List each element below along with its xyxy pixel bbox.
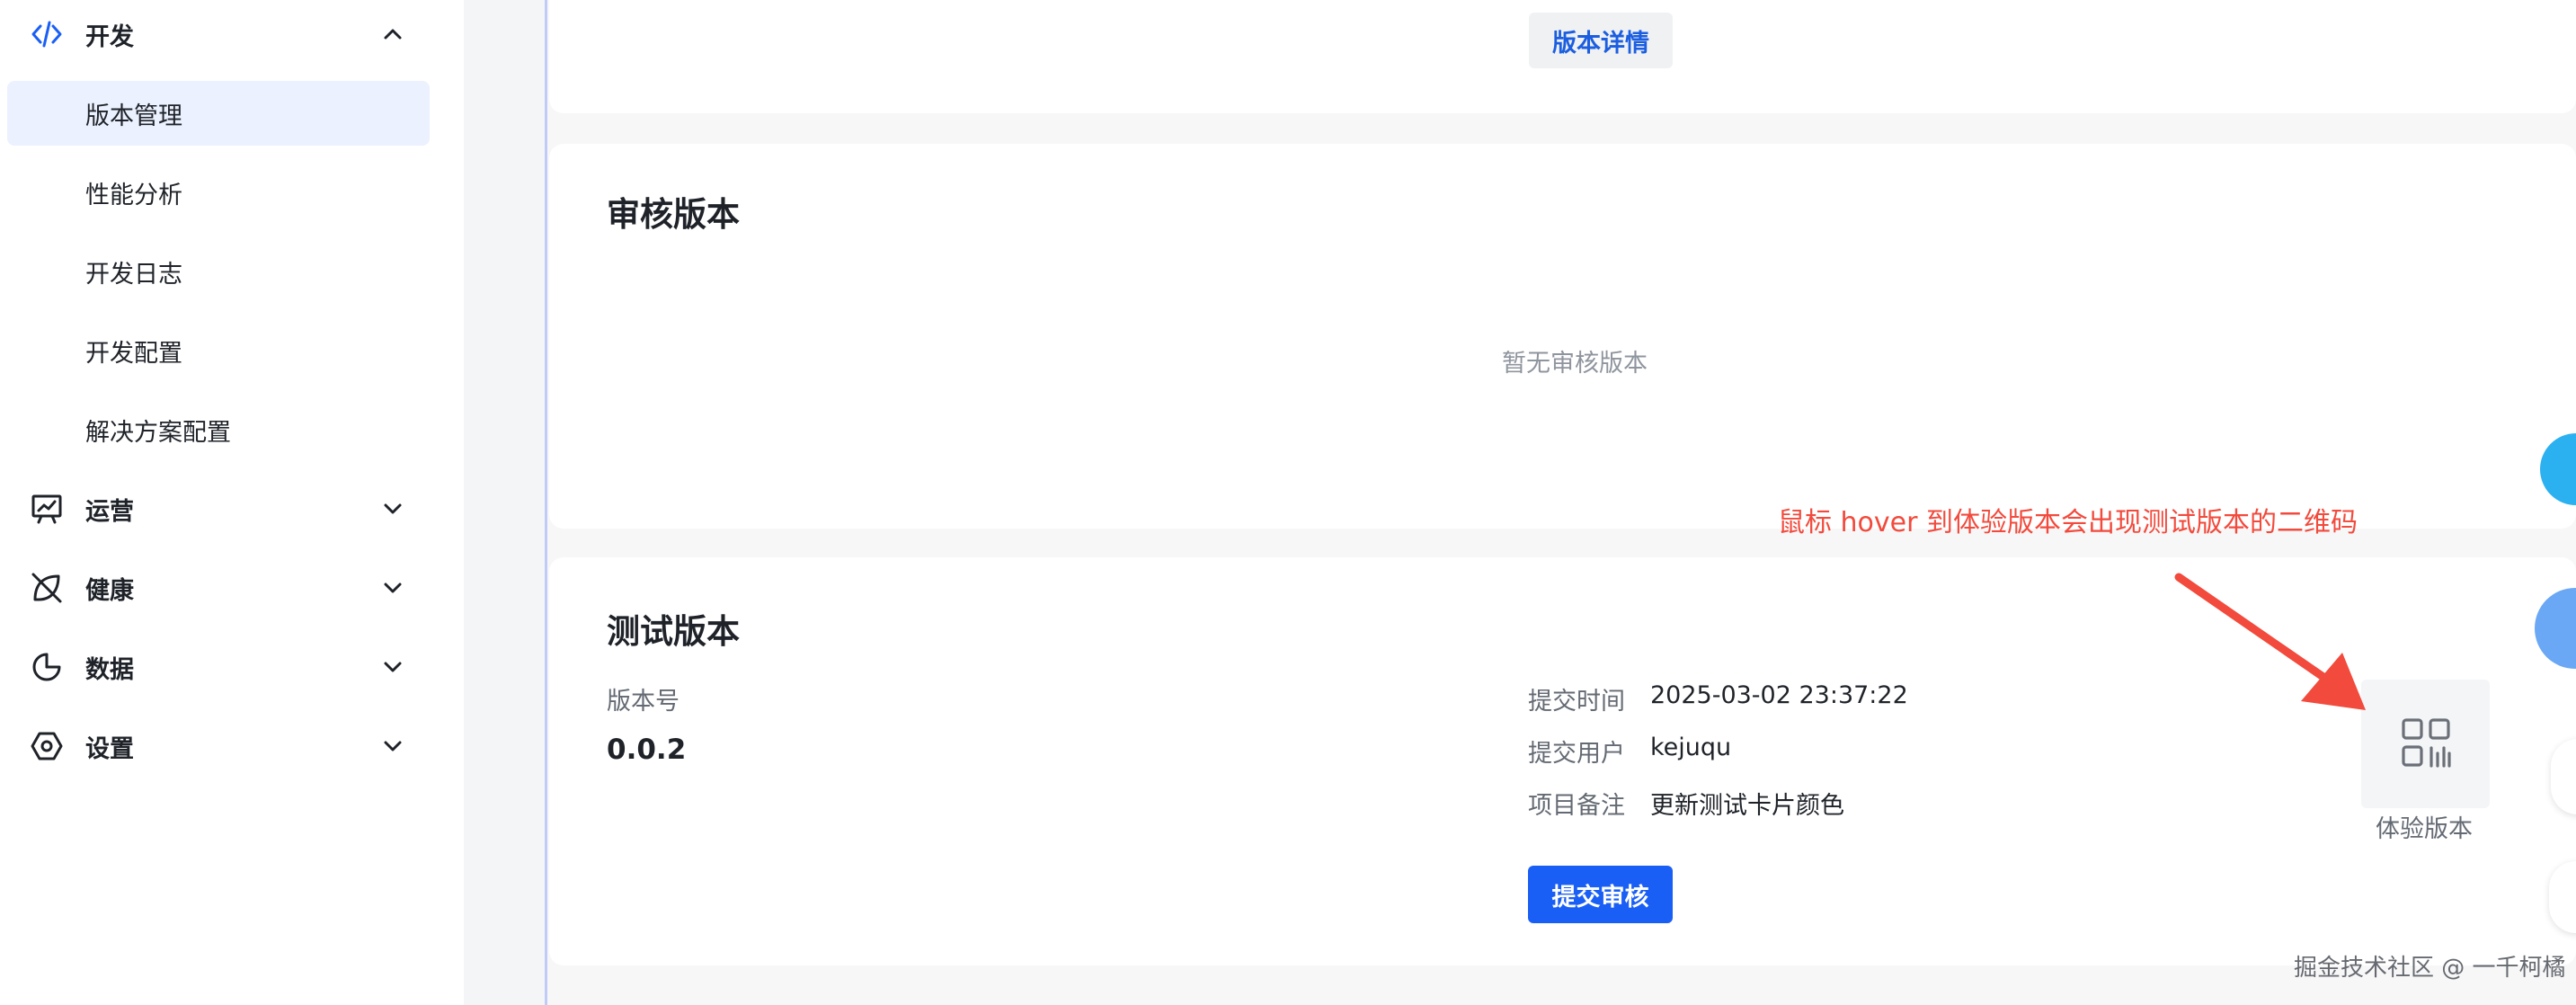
remark-label: 项目备注: [1528, 792, 1625, 820]
nav-label-dev: 开发: [85, 22, 134, 51]
annotation-text: 鼠标 hover 到体验版本会出现测试版本的二维码: [1778, 507, 2358, 538]
submit-user-value: kejuqu: [1650, 734, 1732, 761]
sidebar-item-performance[interactable]: 性能分析: [7, 160, 430, 225]
sidebar-item-solution-config[interactable]: 解决方案配置: [7, 397, 430, 462]
nav-section-dev[interactable]: 开发: [7, 2, 430, 67]
nav-label-settings: 设置: [85, 734, 134, 763]
sidebar-item-dev-config[interactable]: 开发配置: [7, 318, 430, 383]
preview-version-label: 体验版本: [2376, 815, 2473, 843]
review-empty-text: 暂无审核版本: [1502, 350, 1648, 378]
divider: [545, 0, 547, 1005]
qr-code-icon: [2399, 716, 2453, 773]
sidebar-item-label: 版本管理: [85, 102, 182, 130]
version-number-label: 版本号: [607, 688, 680, 716]
sidebar-item-dev-log[interactable]: 开发日志: [7, 239, 430, 304]
sidebar: 开发 版本管理 性能分析 开发日志 开发配置 解决方案配置 运营 健康 数据 设…: [0, 0, 464, 1005]
nav-section-health[interactable]: 健康: [7, 556, 430, 620]
version-details-button[interactable]: 版本详情: [1529, 13, 1673, 68]
submit-user-label: 提交用户: [1528, 740, 1625, 768]
submit-time-value: 2025-03-02 23:37:22: [1650, 681, 1908, 709]
review-version-card: 审核版本 暂无审核版本: [549, 144, 2576, 529]
chevron-up-icon: [378, 19, 408, 49]
review-version-title: 审核版本: [607, 195, 740, 234]
nav-section-settings[interactable]: 设置: [7, 714, 430, 778]
sidebar-gutter: [464, 0, 545, 1005]
version-number-value: 0.0.2: [607, 734, 687, 766]
annotation-arrow: [2174, 573, 2366, 710]
watermark: 掘金技术社区 @ 一千柯橘: [2294, 955, 2566, 982]
online-version-card: 版本详情: [549, 0, 2576, 113]
pie-chart-icon: [27, 647, 67, 687]
sidebar-item-label: 开发日志: [85, 260, 182, 289]
leaf-icon: [27, 568, 67, 608]
test-version-title: 测试版本: [607, 612, 740, 651]
sidebar-item-version-management[interactable]: 版本管理: [7, 81, 430, 146]
hexagon-settings-icon: [27, 726, 67, 766]
chevron-down-icon: [378, 573, 408, 603]
submit-time-label: 提交时间: [1528, 688, 1625, 716]
submit-review-button[interactable]: 提交审核: [1528, 866, 1673, 923]
sidebar-item-label: 开发配置: [85, 339, 182, 368]
remark-value: 更新测试卡片颜色: [1650, 792, 1844, 820]
nav-label-operations: 运营: [85, 497, 134, 526]
code-icon: [27, 14, 67, 54]
chevron-down-icon: [378, 652, 408, 682]
chevron-down-icon: [378, 494, 408, 524]
nav-section-data[interactable]: 数据: [7, 635, 430, 699]
nav-section-operations[interactable]: 运营: [7, 476, 430, 541]
nav-label-data: 数据: [85, 655, 134, 684]
presentation-chart-icon: [27, 489, 67, 529]
nav-label-health: 健康: [85, 576, 134, 605]
sidebar-item-label: 解决方案配置: [85, 418, 231, 447]
chevron-down-icon: [378, 731, 408, 761]
sidebar-item-label: 性能分析: [85, 181, 182, 209]
